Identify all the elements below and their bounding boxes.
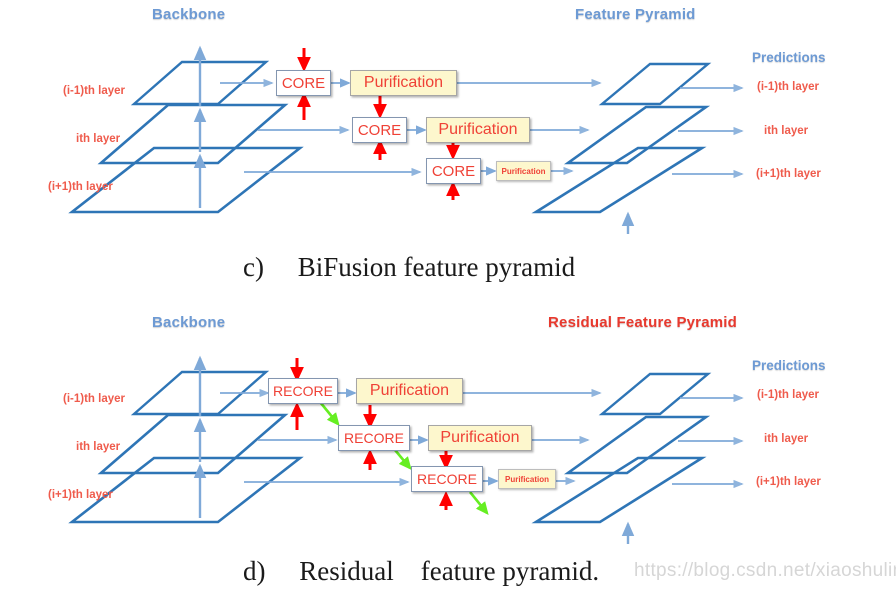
backbone-label-i-minus-1: (i-1)th layer	[63, 393, 125, 405]
caption-bifusion: c) BiFusion feature pyramid	[243, 252, 576, 282]
prediction-label-i-plus-1: (i+1)th layer	[756, 168, 821, 180]
prediction-label-i: ith layer	[764, 433, 809, 445]
backbone-label-i: ith layer	[76, 133, 121, 145]
pyramid-plane-middle	[563, 415, 711, 475]
residual-feature-pyramid-header: Residual Feature Pyramid	[548, 314, 738, 331]
figure-panel-bifusion: Backbone Feature Pyramid Predictions (i-…	[0, 0, 896, 300]
core-box-level-1[interactable]: CORE	[276, 70, 331, 96]
recore-box-level-1[interactable]: RECORE	[268, 378, 338, 404]
backbone-label-i-plus-1: (i+1)th layer	[48, 489, 113, 501]
figure-panel-residual: Backbone Residual Feature Pyramid Predic…	[0, 300, 896, 596]
feature-pyramid-header: Feature Pyramid	[575, 6, 696, 23]
backbone-header: Backbone	[152, 314, 226, 331]
backbone-header: Backbone	[152, 6, 226, 23]
predictions-header: Predictions	[752, 50, 826, 65]
purification-box-level-2[interactable]: Purification	[428, 425, 532, 451]
backbone-plane-middle	[97, 103, 289, 165]
core-box-level-2[interactable]: CORE	[352, 117, 407, 143]
recore-box-level-3[interactable]: RECORE	[411, 466, 483, 492]
purification-box-level-2[interactable]: Purification	[426, 117, 530, 143]
watermark: https://blog.csdn.net/xiaoshulinlove	[634, 560, 896, 581]
pyramid-plane-bottom	[531, 146, 707, 214]
predictions-header: Predictions	[752, 358, 826, 373]
backbone-label-i-minus-1: (i-1)th layer	[63, 85, 125, 97]
prediction-label-i: ith layer	[764, 125, 809, 137]
pyramid-plane-top	[598, 372, 712, 416]
backbone-plane-middle	[97, 413, 289, 475]
prediction-label-i-minus-1: (i-1)th layer	[757, 81, 819, 93]
caption-residual: d) Residual feature pyramid.	[243, 556, 600, 586]
core-box-level-3[interactable]: CORE	[426, 158, 481, 184]
recore-box-level-2[interactable]: RECORE	[338, 425, 410, 451]
prediction-label-i-minus-1: (i-1)th layer	[757, 389, 819, 401]
backbone-label-i-plus-1: (i+1)th layer	[48, 181, 113, 193]
backbone-label-i: ith layer	[76, 441, 121, 453]
green-residual-arrows	[318, 401, 489, 516]
purification-box-level-1[interactable]: Purification	[350, 70, 457, 96]
pyramid-plane-middle	[563, 105, 711, 165]
purification-box-level-3[interactable]: Purification	[498, 469, 556, 489]
pyramid-plane-bottom	[531, 456, 707, 524]
prediction-label-i-plus-1: (i+1)th layer	[756, 476, 821, 488]
purification-box-level-3[interactable]: Purification	[496, 161, 551, 181]
purification-box-level-1[interactable]: Purification	[356, 378, 463, 404]
pyramid-plane-top	[598, 62, 712, 106]
